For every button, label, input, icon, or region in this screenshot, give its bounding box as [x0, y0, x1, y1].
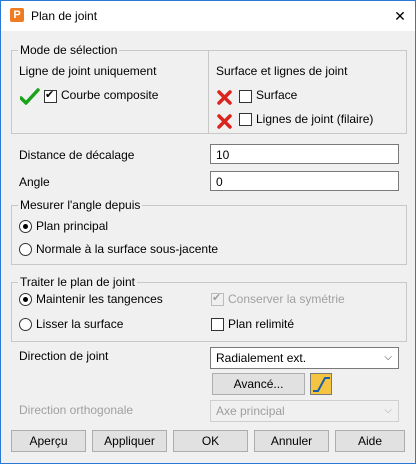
lisser-surface-label: Lisser la surface — [36, 317, 124, 331]
right-heading: Surface et lignes de joint — [216, 64, 348, 78]
conserver-symetrie-label: Conserver la symétrie — [228, 292, 345, 306]
surface-checkbox[interactable] — [239, 90, 252, 103]
lignes-de-joint-label: Lignes de joint (filaire) — [256, 112, 374, 126]
courbe-composite-label: Courbe composite — [61, 88, 159, 102]
normale-radio[interactable] — [19, 243, 32, 256]
normale-label: Normale à la surface sous-jacente — [36, 242, 219, 256]
direction-select-value: Radialement ext. — [216, 351, 307, 365]
app-icon: P — [10, 8, 24, 22]
courbe-composite-checkbox[interactable] — [44, 88, 57, 103]
direction-select[interactable]: Radialement ext. ⌵ — [210, 347, 399, 369]
group-divider — [208, 51, 209, 133]
surface-label: Surface — [256, 88, 298, 102]
advanced-button[interactable]: Avancé... — [212, 373, 305, 395]
distance-input[interactable]: 10 — [210, 144, 399, 164]
plan-relimite-label: Plan relimité — [228, 317, 295, 331]
direction-label: Direction de joint — [19, 349, 109, 363]
plan-principal-label: Plan principal — [36, 219, 109, 233]
annuler-button[interactable]: Annuler — [254, 430, 329, 452]
angle-label: Angle — [19, 175, 50, 189]
orthogonal-select[interactable]: Axe principal ⌵ — [210, 400, 399, 422]
curve-icon — [313, 377, 330, 392]
treat-joint-label: Traiter le plan de joint — [18, 275, 137, 289]
red-x-icon — [217, 90, 232, 105]
aide-button[interactable]: Aide — [335, 430, 405, 452]
window-title: Plan de joint — [31, 9, 98, 23]
title-bar: P Plan de joint ✕ — [1, 1, 415, 31]
chevron-down-icon: ⌵ — [384, 352, 392, 363]
conserver-symetrie-checkbox[interactable] — [211, 291, 224, 306]
plan-relimite-checkbox[interactable] — [211, 318, 224, 331]
plan-principal-radio[interactable] — [19, 220, 32, 233]
orthogonal-label: Direction orthogonale — [19, 403, 134, 417]
maintenir-tangences-radio[interactable] — [19, 293, 32, 306]
maintenir-tangences-label: Maintenir les tangences — [36, 292, 163, 306]
distance-label: Distance de décalage — [19, 148, 135, 162]
angle-input[interactable]: 0 — [210, 171, 399, 191]
measure-angle-group — [11, 205, 407, 265]
close-icon[interactable]: ✕ — [385, 1, 415, 31]
lignes-de-joint-checkbox[interactable] — [239, 113, 252, 126]
orthogonal-select-value: Axe principal — [216, 404, 285, 418]
red-x-icon — [217, 114, 232, 129]
dialog-window: P Plan de joint ✕ Mode de sélection Lign… — [0, 0, 416, 464]
curve-graph-button[interactable] — [310, 373, 332, 395]
apercu-button[interactable]: Aperçu — [11, 430, 86, 452]
ok-button[interactable]: OK — [173, 430, 248, 452]
selection-mode-label: Mode de sélection — [18, 43, 120, 57]
green-check-icon — [20, 88, 40, 105]
lisser-surface-radio[interactable] — [19, 318, 32, 331]
treat-joint-group — [11, 282, 407, 342]
measure-angle-label: Mesurer l'angle depuis — [18, 198, 143, 212]
appliquer-button[interactable]: Appliquer — [92, 430, 167, 452]
chevron-down-icon: ⌵ — [384, 405, 392, 416]
left-heading: Ligne de joint uniquement — [19, 64, 157, 78]
